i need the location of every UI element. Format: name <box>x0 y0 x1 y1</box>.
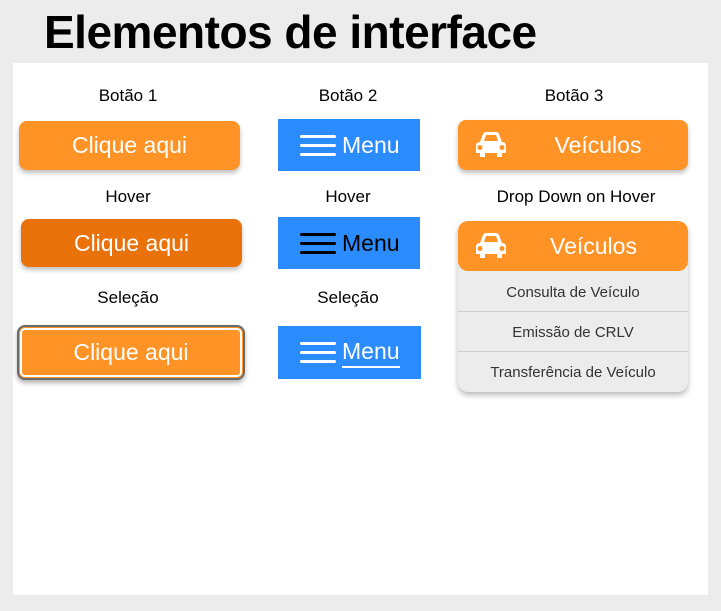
label-selecao-1: Seleção <box>97 288 159 307</box>
car-icon <box>476 233 506 258</box>
label-botao-1: Botão 1 <box>98 86 158 105</box>
menu-button-selected[interactable]: Menu <box>278 326 421 379</box>
dropdown-item-consulta-veiculo[interactable]: Consulta de Veículo <box>458 272 688 312</box>
click-here-button-hover[interactable]: Clique aqui <box>21 219 242 267</box>
vehicles-dropdown-button[interactable]: Veículos <box>458 221 688 271</box>
label-botao-2: Botão 2 <box>318 86 378 105</box>
hamburger-menu-icon <box>300 336 336 369</box>
menu-button-hover[interactable]: Menu <box>278 217 420 269</box>
label-hover-1: Hover <box>105 187 151 206</box>
click-here-button[interactable]: Clique aqui <box>19 121 240 170</box>
vehicles-button-label: Veículos <box>554 131 642 158</box>
label-hover-2: Hover <box>325 187 371 206</box>
vehicles-button[interactable]: Veículos <box>458 120 688 170</box>
menu-button-label: Menu <box>342 338 400 368</box>
hamburger-menu-icon <box>300 129 336 162</box>
dropdown-item-transferencia-veiculo[interactable]: Transferência de Veículo <box>458 351 688 392</box>
page-title: Elementos de interface <box>44 6 537 58</box>
vehicles-dropdown: Veículos Consulta de Veículo Emissão de … <box>458 221 688 392</box>
vehicles-dropdown-label: Veículos <box>550 233 637 259</box>
label-botao-3: Botão 3 <box>544 86 604 105</box>
label-dropdown-hover: Drop Down on Hover <box>496 187 656 206</box>
menu-button-label: Menu <box>342 229 400 256</box>
menu-button-label: Menu <box>342 131 400 158</box>
label-selecao-2: Seleção <box>317 288 379 307</box>
dropdown-item-emissao-crlv[interactable]: Emissão de CRLV <box>458 311 688 352</box>
car-icon <box>476 132 506 157</box>
menu-button[interactable]: Menu <box>278 119 420 171</box>
click-here-button-selected[interactable]: Clique aqui <box>17 325 245 380</box>
hamburger-menu-icon <box>300 227 336 260</box>
